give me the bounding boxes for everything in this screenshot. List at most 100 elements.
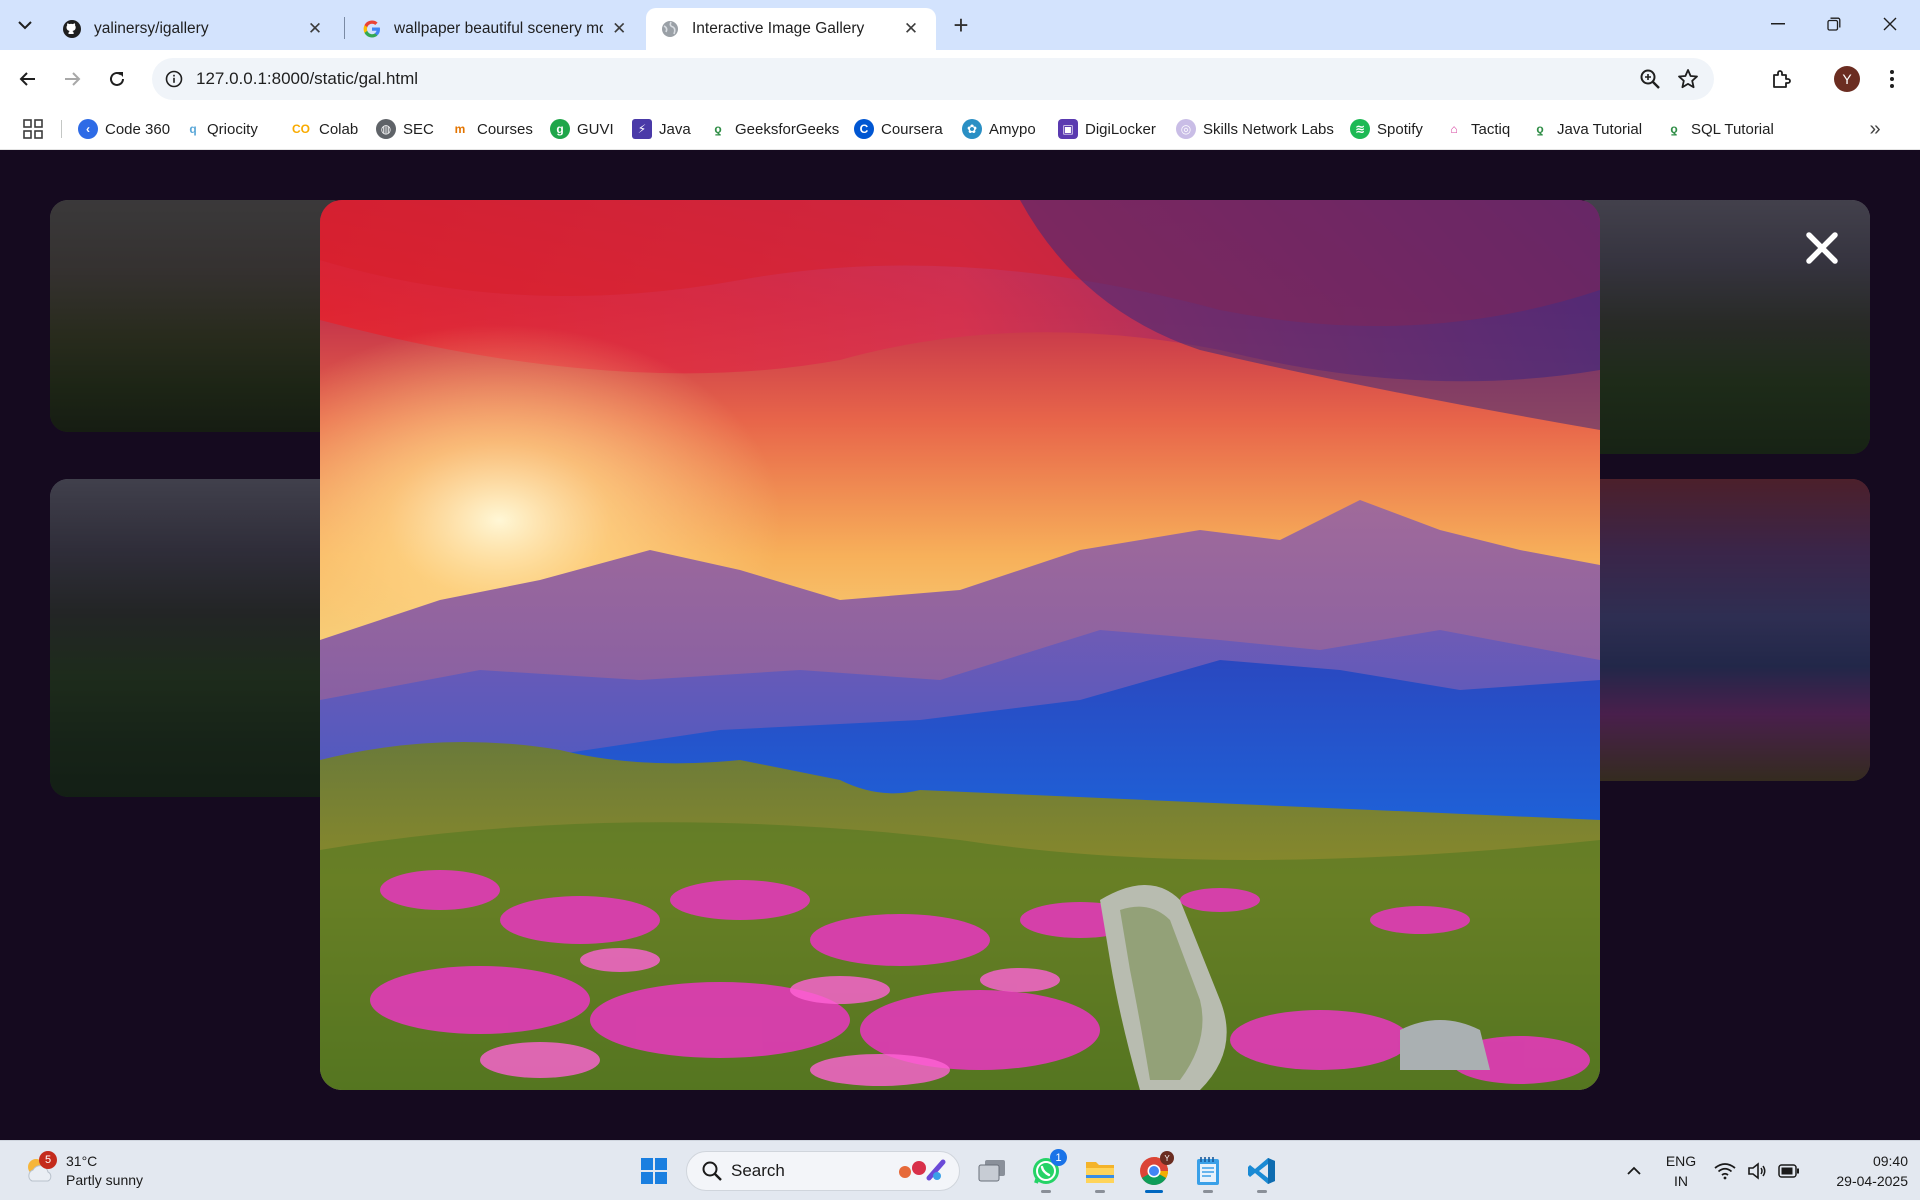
battery-icon — [1778, 1164, 1799, 1178]
whatsapp-app[interactable]: 1 — [1024, 1149, 1068, 1193]
gallery-thumbnail[interactable] — [50, 479, 350, 797]
search-icon — [702, 1161, 722, 1181]
apps-button[interactable] — [20, 116, 46, 142]
close-tab-icon[interactable]: ✕ — [609, 18, 630, 40]
gallery-thumbnail[interactable] — [1570, 479, 1870, 781]
bookmark-label: Code 360 — [105, 120, 171, 138]
tab-title: Interactive Image Gallery — [692, 20, 865, 37]
file-explorer-app[interactable] — [1078, 1149, 1122, 1193]
bookmark-label: Java Tutorial — [1557, 120, 1643, 138]
taskbar-search[interactable]: Search — [686, 1151, 960, 1191]
bookmark-java-tutorial[interactable]: ƍ Java Tutorial — [1530, 114, 1642, 144]
courses-icon: m — [454, 122, 466, 136]
notepad-app[interactable] — [1186, 1149, 1230, 1193]
restore-button[interactable] — [1806, 0, 1862, 48]
bookmark-star-icon[interactable] — [1676, 67, 1700, 91]
bookmark-label: Tactiq — [1471, 120, 1511, 138]
tab-title: wallpaper beautiful scenery mo — [394, 20, 603, 37]
bookmark-label: DigiLocker — [1085, 120, 1156, 138]
bookmark-skills-network-labs[interactable]: ◎ Skills Network Labs — [1176, 114, 1334, 144]
bookmark-label: Coursera — [881, 120, 943, 138]
profile-avatar[interactable]: Y — [1834, 66, 1860, 92]
bookmark-label: Qriocity — [207, 120, 258, 138]
address-bar[interactable]: 127.0.0.1:8000/static/gal.html — [152, 58, 1714, 100]
forward-button[interactable] — [56, 63, 88, 95]
bookmark-courses[interactable]: m Courses — [450, 114, 533, 144]
bookmark-geeksforgeeks[interactable]: ƍ GeeksforGeeks — [708, 114, 839, 144]
task-view-icon — [978, 1160, 1005, 1182]
bookmark-qriocity[interactable]: q Qriocity — [186, 114, 258, 144]
gallery-thumbnail[interactable] — [50, 200, 350, 432]
tab-search-button[interactable] — [10, 10, 40, 40]
bookmark-tactiq[interactable]: ⌂ Tactiq — [1444, 114, 1510, 144]
bookmark-colab[interactable]: CO Colab — [290, 114, 358, 144]
gfg-icon: ƍ — [714, 122, 722, 136]
arrow-left-icon — [19, 72, 35, 86]
tab-google-search[interactable]: wallpaper beautiful scenery mo ✕ — [348, 8, 644, 50]
double-chevron-right-icon: » — [1869, 117, 1881, 140]
google-icon — [362, 19, 382, 39]
close-tab-icon[interactable]: ✕ — [304, 18, 326, 40]
bookmark-amypo[interactable]: ✿ Amypo — [962, 114, 1036, 144]
chrome-app[interactable]: Y — [1132, 1149, 1176, 1193]
browser-toolbar: 127.0.0.1:8000/static/gal.html Y — [0, 50, 1920, 108]
extensions-button[interactable] — [1765, 63, 1797, 95]
back-button[interactable] — [12, 63, 44, 95]
vscode-app[interactable] — [1240, 1149, 1284, 1193]
system-clock[interactable]: 09:40 29-04-2025 — [1812, 1151, 1908, 1191]
running-indicator — [1095, 1190, 1105, 1193]
running-indicator — [1041, 1190, 1051, 1193]
reload-button[interactable] — [101, 63, 133, 95]
site-info-icon[interactable] — [162, 67, 186, 91]
start-button[interactable] — [632, 1149, 676, 1193]
bookmark-java[interactable]: ⚡ Java — [632, 114, 691, 144]
weather-widget[interactable]: 5 31°C Partly sunny — [22, 1149, 143, 1193]
bookmark-coursera[interactable]: C Coursera — [854, 114, 943, 144]
bookmark-sec[interactable]: ◍ SEC — [376, 114, 434, 144]
bookmark-sql-tutorial[interactable]: ƍ SQL Tutorial — [1664, 114, 1774, 144]
skills-icon: ◎ — [1176, 119, 1196, 139]
bookmark-code-360[interactable]: ‹ Code 360 — [78, 114, 170, 144]
amypo-icon: ✿ — [962, 119, 982, 139]
language-code: ENG — [1665, 1153, 1697, 1169]
minimize-icon — [1771, 23, 1785, 25]
bookmark-label: SQL Tutorial — [1691, 120, 1774, 138]
bookmark-label: GUVI — [577, 120, 614, 138]
close-window-button[interactable] — [1862, 0, 1918, 48]
bookmark-spotify[interactable]: ≋ Spotify — [1350, 114, 1423, 144]
tab-github[interactable]: yalinersy/igallery ✕ — [48, 8, 340, 50]
close-tab-icon[interactable]: ✕ — [900, 18, 922, 40]
bookmark-label: SEC — [403, 120, 434, 138]
close-icon — [1883, 17, 1897, 31]
colab-icon: CO — [292, 122, 310, 136]
minimize-button[interactable] — [1750, 0, 1806, 48]
globe-icon — [660, 19, 680, 39]
kebab-menu-icon — [1890, 70, 1894, 88]
zoom-icon[interactable] — [1638, 67, 1662, 91]
vscode-icon — [1248, 1158, 1275, 1184]
quick-settings-button[interactable] — [1714, 1151, 1800, 1191]
globe-icon: ◍ — [376, 119, 396, 139]
weather-alert-badge: 5 — [39, 1151, 57, 1169]
java-icon: ⚡ — [632, 119, 652, 139]
input-language-indicator[interactable]: ENG IN — [1656, 1151, 1706, 1191]
puzzle-icon — [1773, 70, 1791, 88]
plus-icon: + — [953, 9, 969, 40]
lightbox-close-button[interactable] — [1800, 226, 1844, 270]
bookmark-guvi[interactable]: g GUVI — [550, 114, 614, 144]
running-indicator — [1203, 1190, 1213, 1193]
bookmarks-overflow-button[interactable]: » — [1862, 116, 1888, 142]
browser-menu-button[interactable] — [1876, 63, 1908, 95]
weather-temperature: 31°C — [66, 1153, 98, 1169]
show-hidden-icons-button[interactable] — [1620, 1151, 1648, 1191]
new-tab-button[interactable]: + — [946, 10, 976, 40]
gallery-page — [0, 150, 1920, 1140]
chevron-down-icon — [18, 21, 32, 30]
bookmarks-bar: ‹ Code 360 q Qriocity CO Colab ◍ SEC m Course… — [0, 108, 1920, 150]
tab-interactive-gallery[interactable]: Interactive Image Gallery ✕ — [646, 8, 936, 50]
bookmark-digilocker[interactable]: ▣ DigiLocker — [1058, 114, 1156, 144]
notepad-icon — [1197, 1157, 1219, 1185]
lightbox-image[interactable] — [320, 200, 1600, 1090]
code360-icon: ‹ — [78, 119, 98, 139]
task-view-button[interactable] — [970, 1149, 1014, 1193]
